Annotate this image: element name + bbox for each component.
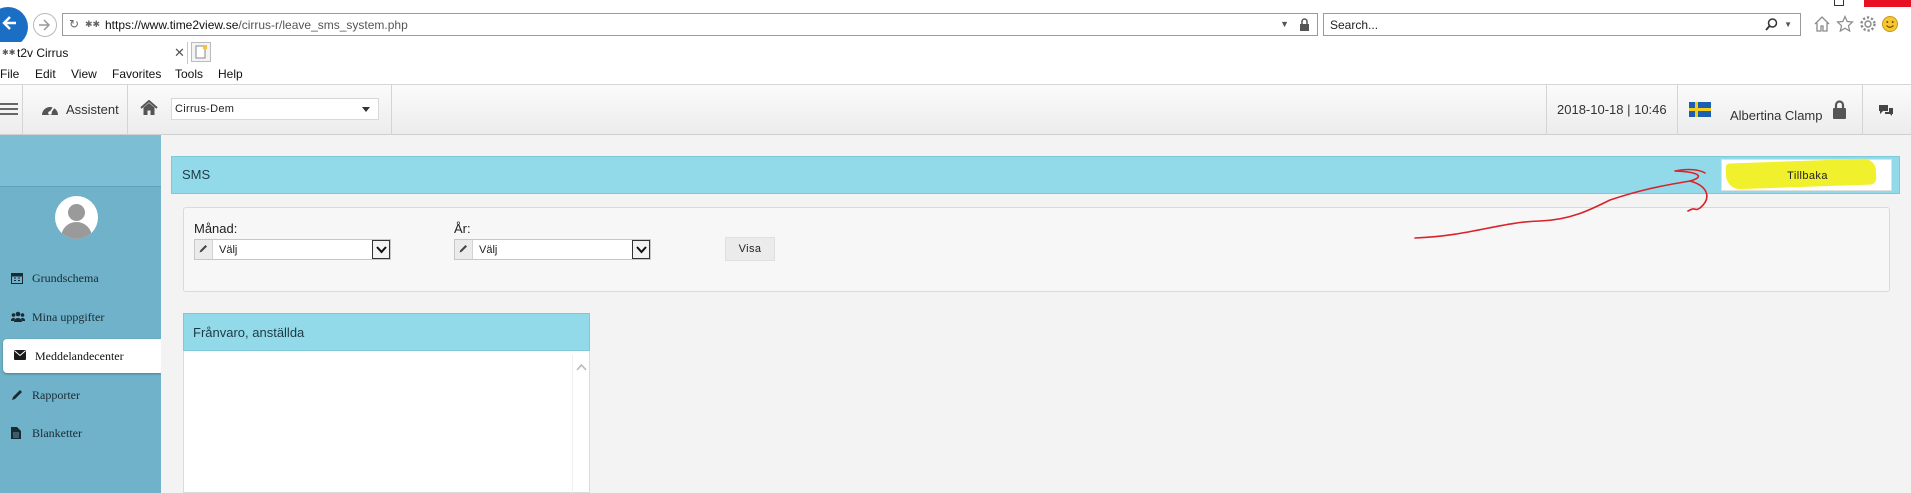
hamburger-menu-icon[interactable] [0,103,18,117]
month-select-value: Välj [219,244,238,256]
chevron-up-icon[interactable] [576,363,587,371]
tab-favicon-icon: ✱✱ [2,48,16,57]
divider [22,85,23,135]
sidebar-item-meddelandecenter[interactable]: Meddelandecenter [3,339,161,373]
back-button-label: Tillbaka [1787,170,1828,182]
chat-icon[interactable] [1878,104,1894,117]
year-select[interactable]: Välj [454,239,651,260]
favorites-star-icon[interactable] [1836,15,1854,33]
divider [1546,85,1547,135]
filter-panel: Månad: Välj År: Välj Visa [183,207,1890,292]
sidebar-header [0,135,161,187]
sidebar-item-label: Rapporter [32,388,80,402]
menu-view[interactable]: View [71,67,97,81]
assistant-link[interactable]: Assistent [66,102,119,117]
feedback-smiley-icon[interactable] [1881,15,1899,33]
tab-close-icon[interactable]: ✕ [174,45,185,61]
pencil-icon [455,240,473,259]
year-label: År: [454,221,471,236]
sidebar-item-rapporter[interactable]: Rapporter [0,378,161,412]
sidebar-item-label: Blanketter [32,426,82,440]
month-select[interactable]: Välj [194,239,391,260]
sidebar-item-label: Meddelandecenter [35,349,124,363]
arrow-left-icon [2,16,16,30]
back-button[interactable]: Tillbaka [1721,158,1892,191]
refresh-icon[interactable]: ↻ [69,17,79,31]
window-close-button[interactable]: ✕ [1864,0,1911,7]
url-field[interactable]: ↻ ✱✱ https://www.time2view.se/cirrus-r/l… [62,13,1318,36]
company-select-value: Cirrus-Dem [175,103,235,115]
menu-file[interactable]: File [0,67,19,81]
menu-favorites[interactable]: Favorites [112,67,161,81]
year-select-value: Välj [479,244,498,256]
divider [1677,85,1678,135]
sidebar-item-blanketter[interactable]: Blanketter [0,416,161,450]
sidebar-item-grundschema[interactable]: Grundschema [0,261,161,295]
envelope-icon [14,350,26,360]
browser-menu-bar: File Edit View Favorites Tools Help [0,64,1911,85]
dashboard-icon[interactable] [40,101,60,117]
menu-help[interactable]: Help [218,67,243,81]
divider [127,85,128,135]
sidebar-item-label: Grundschema [32,271,99,285]
site-favicon-icon: ✱✱ [85,19,101,29]
sms-panel-header: SMS Tillbaka [171,156,1900,194]
show-button[interactable]: Visa [725,237,775,261]
padlock-icon[interactable] [1299,18,1310,31]
url-text: https://www.time2view.se/cirrus-r/leave_… [105,18,408,32]
month-label: Månad: [194,221,238,236]
chevron-down-icon[interactable] [372,240,390,259]
sidebar: Grundschema Mina uppgifter Meddelandecen… [0,135,161,493]
home-toolbar-icon[interactable] [1813,15,1831,33]
chevron-down-icon [362,107,370,112]
logout-lock-icon[interactable] [1832,100,1847,119]
new-tab-button[interactable] [191,42,211,62]
scrollbar[interactable] [572,355,589,493]
document-icon [11,427,21,439]
new-tab-icon [195,45,207,59]
search-dropdown-icon[interactable]: ▼ [1784,20,1792,29]
company-select[interactable]: Cirrus-Dem [171,98,379,120]
absence-panel-title: Frånvaro, anställda [193,325,305,340]
browser-tab-bar: ✱✱ t2v Cirrus ✕ [0,42,1911,64]
sidebar-item-mina-uppgifter[interactable]: Mina uppgifter [0,300,161,334]
divider [1862,85,1863,135]
window-restore-button[interactable] [1834,0,1844,6]
menu-edit[interactable]: Edit [35,67,56,81]
page-title: SMS [182,167,211,182]
sidebar-item-label: Mina uppgifter [32,310,105,324]
main-content: SMS Tillbaka Månad: Välj År: Välj Visa F… [161,135,1911,493]
url-dropdown-icon[interactable]: ▼ [1280,19,1289,29]
browser-back-button[interactable] [0,7,28,47]
app-top-bar: Assistent Cirrus-Dem 2018-10-18 | 10:46 … [0,85,1911,135]
pencil-icon [12,390,22,400]
chevron-down-icon[interactable] [632,240,650,259]
browser-tab[interactable]: ✱✱ t2v Cirrus ✕ [0,42,188,64]
home-icon[interactable] [140,100,158,116]
browser-forward-button[interactable] [33,13,57,37]
swedish-flag-icon[interactable] [1689,102,1711,117]
absence-panel-body [183,351,590,493]
divider [391,85,392,135]
user-name[interactable]: Albertina Clamp [1730,108,1823,123]
arrow-right-icon [39,19,51,31]
settings-gear-icon[interactable] [1859,15,1877,33]
search-input[interactable] [1330,16,1750,34]
search-icon[interactable] [1765,18,1778,31]
avatar[interactable] [55,196,98,239]
date-time-display: 2018-10-18 | 10:46 [1557,102,1667,117]
absence-panel-header: Frånvaro, anställda [183,313,590,351]
browser-search-field[interactable]: ▼ [1323,13,1801,36]
calendar-icon [11,273,23,284]
users-icon [11,311,25,322]
tab-title: t2v Cirrus [17,46,69,60]
pencil-icon [195,240,213,259]
menu-tools[interactable]: Tools [175,67,203,81]
